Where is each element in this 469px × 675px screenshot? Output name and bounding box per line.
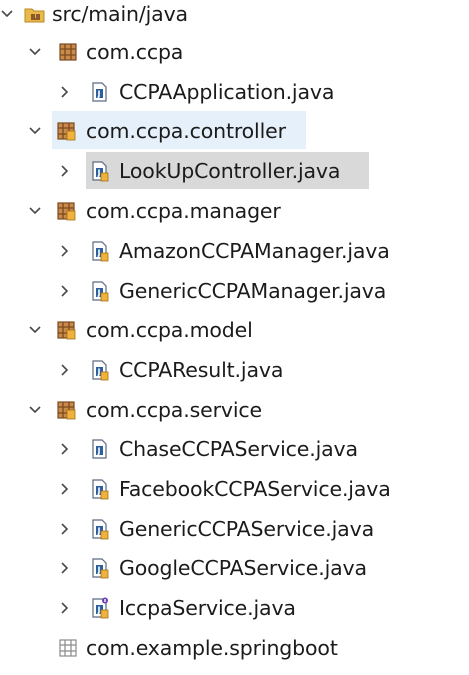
package-label: com.ccpa bbox=[86, 40, 184, 64]
file-label: CCPAApplication.java bbox=[119, 80, 335, 104]
chevron-down-icon[interactable] bbox=[26, 401, 44, 419]
chevron-down-icon[interactable] bbox=[0, 5, 16, 23]
chevron-right-icon[interactable] bbox=[56, 282, 74, 300]
tree-node-file[interactable]: GenericCCPAManager.java bbox=[0, 271, 469, 311]
java-class-icon bbox=[88, 518, 110, 540]
tree-node-file[interactable]: CCPAResult.java bbox=[0, 350, 469, 390]
chevron-right-icon[interactable] bbox=[56, 83, 74, 101]
tree-node-package[interactable]: com.ccpa.model bbox=[0, 310, 469, 350]
empty-package-icon bbox=[57, 637, 79, 659]
tree-node-file[interactable]: GenericCCPAService.java bbox=[0, 509, 469, 549]
tree-node-file[interactable]: FacebookCCPAService.java bbox=[0, 469, 469, 509]
chevron-down-icon[interactable] bbox=[26, 321, 44, 339]
java-class-icon bbox=[88, 240, 110, 262]
java-class-icon bbox=[88, 81, 110, 103]
tree-node-package[interactable]: com.ccpa.manager bbox=[0, 191, 469, 231]
tree-node-file[interactable]: AmazonCCPAManager.java bbox=[0, 231, 469, 271]
file-label: AmazonCCPAManager.java bbox=[119, 239, 390, 263]
chevron-down-icon[interactable] bbox=[26, 122, 44, 140]
chevron-right-icon[interactable] bbox=[56, 440, 74, 458]
package-folder-icon bbox=[24, 3, 46, 25]
package-label: com.ccpa.model bbox=[86, 318, 253, 342]
file-label: GoogleCCPAService.java bbox=[119, 556, 367, 580]
file-label: ChaseCCPAService.java bbox=[119, 437, 358, 461]
file-label: FacebookCCPAService.java bbox=[119, 477, 391, 501]
chevron-right-icon[interactable] bbox=[56, 520, 74, 538]
java-class-icon bbox=[88, 478, 110, 500]
chevron-right-icon[interactable] bbox=[56, 242, 74, 260]
tree-node-package[interactable]: com.ccpa bbox=[0, 32, 469, 72]
chevron-right-icon[interactable] bbox=[56, 361, 74, 379]
java-class-icon bbox=[88, 438, 110, 460]
java-class-icon bbox=[88, 359, 110, 381]
java-interface-icon bbox=[88, 597, 110, 619]
chevron-right-icon[interactable] bbox=[56, 559, 74, 577]
tree-node-package[interactable]: com.ccpa.controller bbox=[0, 111, 469, 151]
chevron-right-icon[interactable] bbox=[56, 480, 74, 498]
tree-node-file[interactable]: GoogleCCPAService.java bbox=[0, 548, 469, 588]
tree-node-package[interactable]: com.example.springboot bbox=[0, 628, 469, 668]
java-class-icon bbox=[88, 160, 110, 182]
package-icon bbox=[55, 200, 77, 222]
tree-node-file[interactable]: LookUpController.java bbox=[0, 151, 469, 191]
tree-node-file[interactable]: ChaseCCPAService.java bbox=[0, 429, 469, 469]
java-class-icon bbox=[88, 280, 110, 302]
chevron-right-icon[interactable] bbox=[56, 599, 74, 617]
package-explorer-tree: src/main/java com.ccpa CCPAApplication.j… bbox=[0, 0, 469, 675]
file-label: IccpaService.java bbox=[119, 596, 296, 620]
tree-node-file[interactable]: CCPAApplication.java bbox=[0, 72, 469, 112]
package-label: com.example.springboot bbox=[86, 636, 338, 660]
package-label: com.ccpa.controller bbox=[86, 119, 286, 143]
package-label: com.ccpa.manager bbox=[86, 199, 281, 223]
source-folder-label: src/main/java bbox=[52, 2, 188, 26]
tree-node-source-folder[interactable]: src/main/java bbox=[0, 0, 469, 34]
package-icon bbox=[55, 319, 77, 341]
tree-node-package[interactable]: com.ccpa.service bbox=[0, 390, 469, 430]
package-icon bbox=[57, 41, 79, 63]
package-icon bbox=[55, 120, 77, 142]
chevron-down-icon[interactable] bbox=[26, 43, 44, 61]
tree-node-file[interactable]: IccpaService.java bbox=[0, 588, 469, 628]
java-class-icon bbox=[88, 557, 110, 579]
package-icon bbox=[55, 399, 77, 421]
package-label: com.ccpa.service bbox=[86, 398, 262, 422]
file-label: GenericCCPAManager.java bbox=[119, 279, 387, 303]
file-label: GenericCCPAService.java bbox=[119, 517, 374, 541]
file-label: LookUpController.java bbox=[119, 159, 341, 183]
chevron-down-icon[interactable] bbox=[26, 202, 44, 220]
chevron-right-icon[interactable] bbox=[56, 162, 74, 180]
file-label: CCPAResult.java bbox=[119, 358, 284, 382]
